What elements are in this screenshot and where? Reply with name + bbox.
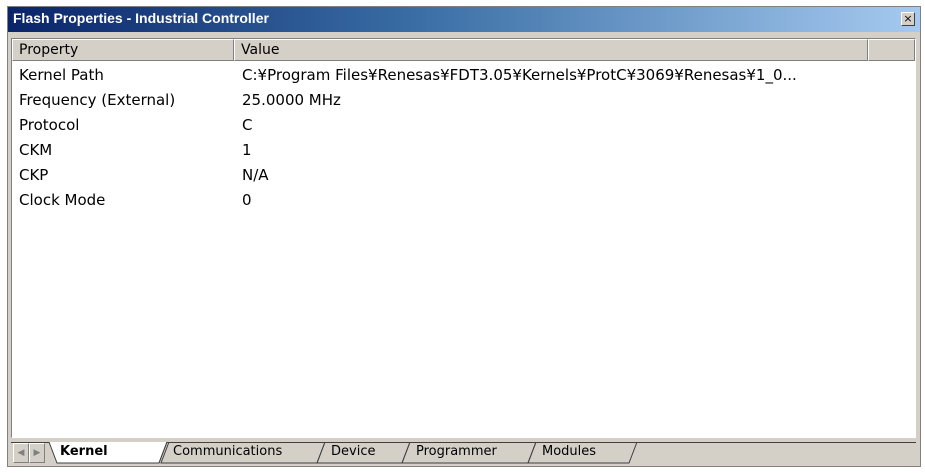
property-value: 25.0000 MHz bbox=[242, 91, 341, 109]
property-value: C bbox=[242, 116, 253, 134]
window-title: Flash Properties - Industrial Controller bbox=[13, 10, 269, 26]
table-row[interactable]: Frequency (External) 25.0000 MHz bbox=[12, 91, 915, 116]
property-value: 1 bbox=[242, 141, 252, 159]
tab-kernel[interactable]: Kernel bbox=[11, 442, 108, 463]
property-value: C:¥Program Files¥Renesas¥FDT3.05¥Kernels… bbox=[242, 66, 797, 84]
table-row[interactable]: CKP N/A bbox=[12, 166, 915, 191]
property-name: Clock Mode bbox=[19, 191, 106, 209]
property-name: Frequency (External) bbox=[19, 91, 176, 109]
tab-communications[interactable]: Communications bbox=[173, 442, 282, 463]
property-value: N/A bbox=[242, 166, 269, 184]
close-icon[interactable]: × bbox=[901, 12, 915, 26]
grid-header: Property Value bbox=[12, 39, 915, 61]
column-header-property[interactable]: Property bbox=[12, 39, 234, 61]
title-bar[interactable]: Flash Properties - Industrial Controller… bbox=[8, 7, 920, 32]
property-name: CKM bbox=[19, 141, 53, 159]
column-header-filler bbox=[868, 39, 915, 61]
property-name: CKP bbox=[19, 166, 49, 184]
property-value: 0 bbox=[242, 191, 252, 209]
table-row[interactable]: Protocol C bbox=[12, 116, 915, 141]
table-row[interactable]: Kernel Path C:¥Program Files¥Renesas¥FDT… bbox=[12, 66, 915, 91]
table-row[interactable]: CKM 1 bbox=[12, 141, 915, 166]
tab-strip: ◀ ▶ Kernel Communications Device Program… bbox=[11, 442, 916, 464]
property-name: Protocol bbox=[19, 116, 80, 134]
flash-properties-window: Flash Properties - Industrial Controller… bbox=[7, 6, 921, 467]
tab-device[interactable]: Device bbox=[331, 442, 375, 463]
tab-modules[interactable]: Modules bbox=[542, 442, 596, 463]
property-name: Kernel Path bbox=[19, 66, 104, 84]
column-header-value[interactable]: Value bbox=[234, 39, 868, 61]
table-row[interactable]: Clock Mode 0 bbox=[12, 191, 915, 216]
properties-grid: Property Value Kernel Path C:¥Program Fi… bbox=[11, 38, 916, 438]
grid-rows: Kernel Path C:¥Program Files¥Renesas¥FDT… bbox=[12, 66, 915, 216]
tab-programmer[interactable]: Programmer bbox=[416, 442, 497, 463]
